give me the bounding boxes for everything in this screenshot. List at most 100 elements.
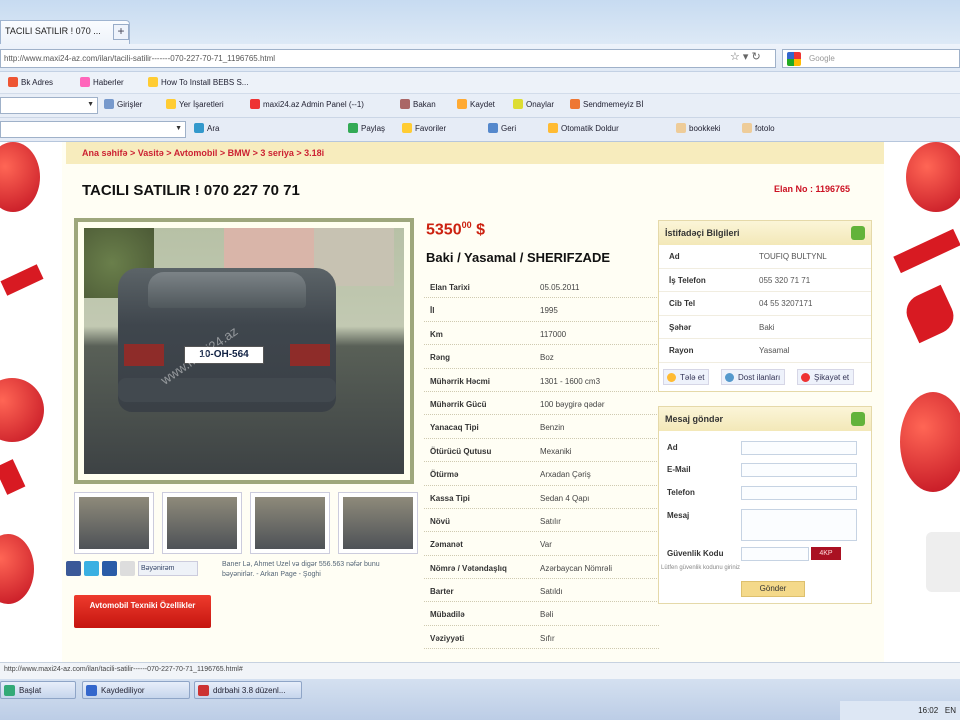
toolbar-tertiary: ▼ Ara Paylaş Favoriler Geri Otomatik Dol…: [0, 118, 960, 142]
toolbar-search-combo[interactable]: ▼: [0, 121, 186, 138]
phone-field[interactable]: [741, 486, 857, 500]
status-bar: http://www.maxi24-az.com/ilan/tacili-sat…: [0, 662, 960, 679]
toolbar-item[interactable]: Bakan: [400, 99, 436, 109]
spec-row: İl 1995: [424, 298, 659, 322]
spec-label: Növü: [430, 516, 450, 526]
spec-label: Km: [430, 329, 443, 339]
like-button[interactable]: Bəyənirəm: [138, 561, 198, 576]
bookmark-item[interactable]: How To Install BEBS S...: [148, 77, 248, 87]
mail-icon[interactable]: [102, 561, 117, 576]
facebook-likes-text: Baner Lə, Ahmet Uzel və digər 556.563 nə…: [222, 561, 380, 578]
email-field[interactable]: [741, 463, 857, 477]
bookmark-item[interactable]: Bk Adres: [8, 77, 53, 87]
web-content: Ana səhifə > Vasitə > Avtomobil > BMW > …: [0, 142, 960, 662]
gift-box-decoration: [926, 532, 960, 592]
send-button[interactable]: Gönder: [741, 581, 805, 597]
spec-value: Bəli: [540, 610, 554, 620]
toolbar-item[interactable]: Yer İşaretleri: [166, 99, 224, 109]
ribbon-decoration: [0, 459, 26, 495]
spec-label: Zəmanət: [430, 540, 463, 550]
spec-label: Vəziyyəti: [430, 633, 465, 643]
seller-value: 04 55 3207171: [759, 299, 813, 308]
captcha-image: 4KP: [811, 547, 841, 560]
toolbar-item[interactable]: Ara: [194, 123, 219, 133]
toolbar-item[interactable]: Paylaş: [348, 123, 385, 133]
taskbar-item[interactable]: ddrbahi 3.8 düzenl...: [194, 681, 302, 699]
spec-row: Km 117000: [424, 322, 659, 346]
toolbar-item[interactable]: Girişler: [104, 99, 142, 109]
toolbar-combo[interactable]: ▼: [0, 97, 98, 114]
spec-row: Kassa Tipi Sedan 4 Qapı: [424, 486, 659, 509]
toolbar-item[interactable]: Favoriler: [402, 123, 446, 133]
twitter-icon[interactable]: [84, 561, 99, 576]
address-bar[interactable]: http://www.maxi24-az.com/ilan/tacili-sat…: [0, 49, 776, 68]
main-photo[interactable]: 10-OH-564 www.maxi24.az: [74, 218, 414, 484]
technical-specs-button[interactable]: Avtomobil Texniki Özellikler: [74, 595, 211, 628]
spec-table: Elan Tarixi 05.05.2011 İl 1995 Km 117000 Rəng B…: [424, 275, 659, 650]
print-icon[interactable]: [120, 561, 135, 576]
language-indicator[interactable]: EN: [945, 706, 956, 715]
search-placeholder: Google: [809, 54, 835, 63]
spec-value: Sedan 4 Qapı: [540, 493, 590, 503]
spec-row: Mübadilə Bəli: [424, 602, 659, 626]
seller-row: Cib Tel 04 55 3207171: [659, 292, 871, 316]
bookmark-item[interactable]: Haberler: [80, 77, 124, 87]
message-field[interactable]: [741, 509, 857, 541]
spec-label: Rəng: [430, 353, 450, 363]
spec-label: Mübadilə: [430, 610, 465, 620]
spec-row: Mühərrik Gücü 100 bəygirə qədər: [424, 392, 659, 416]
spec-label: Barter: [430, 587, 454, 597]
seller-row: Ad TOUFIQ BULTYNL: [659, 245, 871, 269]
photo-thumbnail[interactable]: [338, 492, 418, 554]
toolbar-item[interactable]: Sendmemeyiz Bİ: [570, 99, 643, 109]
captcha-field[interactable]: [741, 547, 809, 561]
photo-thumbnail[interactable]: [74, 492, 154, 554]
spec-label: Yanacaq Tipi: [430, 423, 479, 433]
seller-value: Baki: [759, 322, 775, 332]
toolbar-item[interactable]: Onaylar: [513, 99, 554, 109]
spec-value: Benzin: [540, 423, 565, 433]
listing-page: Ana səhifə > Vasitə > Avtomobil > BMW > …: [62, 142, 884, 662]
spec-value: Satılır: [540, 516, 561, 526]
spec-label: Kassa Tipi: [430, 493, 470, 503]
search-input[interactable]: Google: [782, 49, 960, 68]
action-button[interactable]: Şikayət et: [797, 369, 855, 385]
seller-value: Yasamal: [759, 346, 790, 355]
spec-row: Barter Satıldı: [424, 579, 659, 603]
toolbar-item[interactable]: Geri: [488, 123, 516, 133]
seller-value: TOUFIQ BULTYNL: [759, 252, 827, 261]
toolbar-item[interactable]: maxi24.az Admin Panel (--1): [250, 99, 364, 109]
seller-header: İstifadəçi Bilgileri: [665, 228, 740, 238]
spec-value: Azərbaycan Nömrəli: [540, 563, 613, 573]
listing-number: Elan No : 1196765: [774, 184, 851, 194]
seller-value: 055 320 71 71: [759, 275, 811, 285]
seller-label: Ad: [669, 252, 680, 261]
form-label: E-Mail: [667, 465, 691, 474]
form-label: Ad: [667, 443, 678, 452]
new-tab-button[interactable]: +: [113, 24, 129, 40]
price: 535000 $: [426, 220, 485, 239]
spec-value: Var: [540, 540, 552, 550]
spec-value: 100 bəygirə qədər: [540, 399, 605, 409]
facebook-icon[interactable]: [66, 561, 81, 576]
toolbar-item[interactable]: fotolo: [742, 123, 775, 133]
action-button[interactable]: Tələ et: [663, 369, 710, 385]
toolbar-item[interactable]: Otomatik Doldur: [548, 123, 619, 133]
browser-tab[interactable]: TACILI SATILIR ! 070 ...: [0, 20, 130, 44]
form-label: Telefon: [667, 488, 695, 497]
spec-value: 05.05.2011: [540, 283, 580, 292]
taskbar-item[interactable]: Kaydediliyor: [82, 681, 190, 699]
name-field[interactable]: [741, 441, 857, 455]
toolbar-item[interactable]: bookkeki: [676, 123, 721, 133]
action-button[interactable]: Dost ilanları: [721, 369, 786, 385]
share-bar: Bəyənirəm: [66, 561, 198, 576]
photo-thumbnail[interactable]: [162, 492, 242, 554]
gift-decoration: [900, 392, 960, 492]
bookmark-star-icon[interactable]: ☆ ▾ ↻: [730, 50, 761, 63]
taskbar-item[interactable]: Başlat: [0, 681, 76, 699]
photo-thumbnail[interactable]: [250, 492, 330, 554]
toolbar-item[interactable]: Kaydet: [457, 99, 495, 109]
breadcrumb[interactable]: Ana səhifə > Vasitə > Avtomobil > BMW > …: [66, 142, 884, 164]
taskbar: Başlat Kaydediliyor ddrbahi 3.8 düzenl..…: [0, 679, 960, 720]
spec-row: Növü Satılır: [424, 509, 659, 533]
